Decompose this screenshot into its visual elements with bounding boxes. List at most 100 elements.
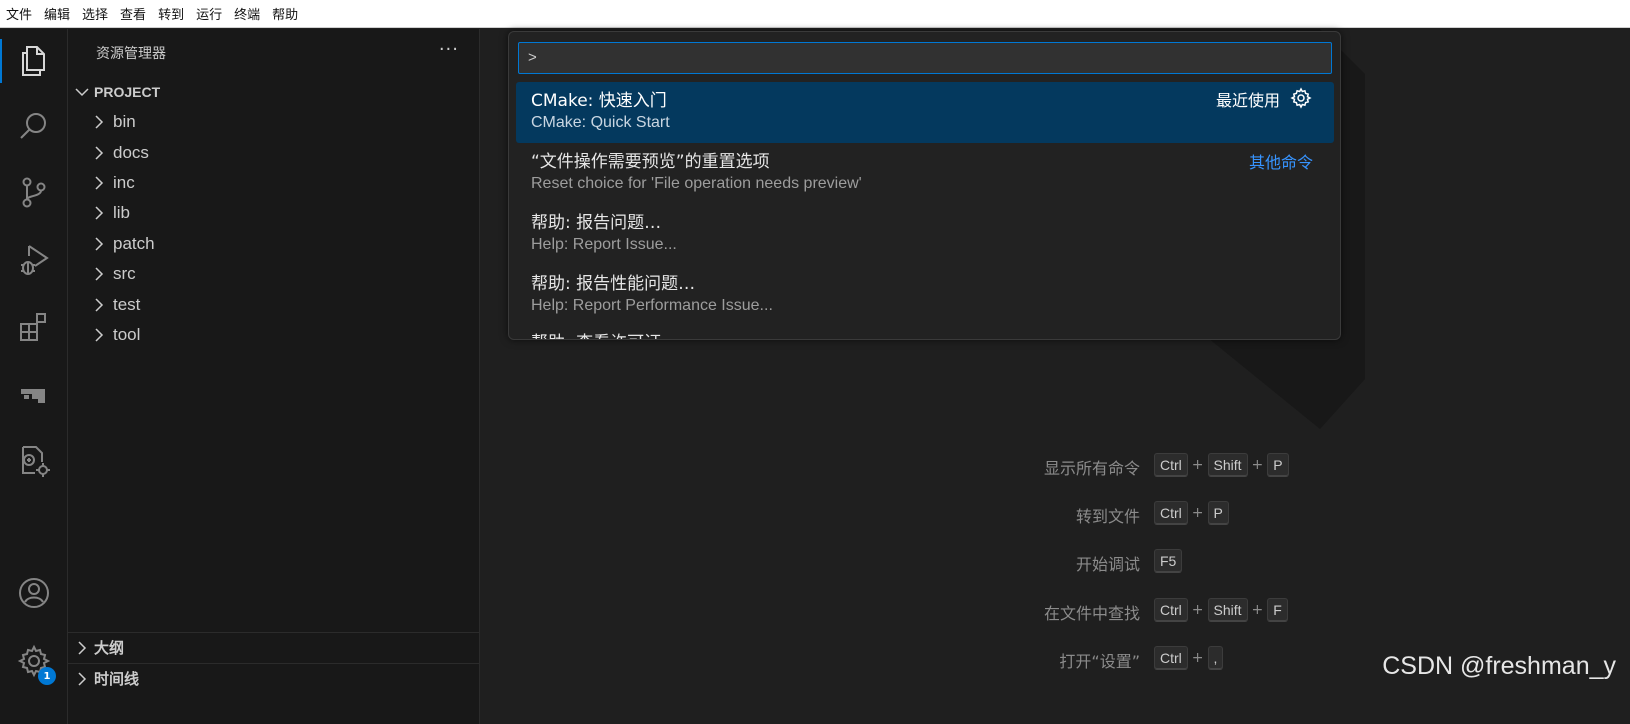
menu-selection[interactable]: 选择 xyxy=(82,4,108,23)
shortcut-go-to-file: 转到文件 Ctrl + P xyxy=(480,499,1630,527)
command-input[interactable]: > xyxy=(518,42,1332,74)
chevron-right-icon xyxy=(95,298,104,312)
shortcut-label: 转到文件 xyxy=(1075,507,1140,526)
folder-label: bin xyxy=(113,112,136,131)
folder-src[interactable]: src xyxy=(68,259,479,289)
shortcut-keys: Ctrl + P xyxy=(1154,499,1229,527)
key: Ctrl xyxy=(1154,453,1188,477)
chevron-right-icon xyxy=(95,267,104,281)
other-commands-link[interactable]: 其他命令 xyxy=(1249,149,1313,173)
folder-docs[interactable]: docs xyxy=(68,138,479,168)
menu-help[interactable]: 帮助 xyxy=(272,4,298,23)
folder-lib[interactable]: lib xyxy=(68,198,479,228)
command-title: CMake: 快速入门 xyxy=(531,91,667,111)
extensions-icon[interactable] xyxy=(0,299,68,355)
folder-label: tool xyxy=(113,325,141,344)
chevron-right-icon xyxy=(78,671,87,686)
key: P xyxy=(1207,501,1229,525)
shortcut-label: 显示所有命令 xyxy=(1043,459,1140,478)
command-title: “文件操作需要预览”的重置选项 xyxy=(531,152,770,172)
command-item[interactable]: 帮助: 查看许可证 xyxy=(516,324,1334,339)
folder-tool[interactable]: tool xyxy=(68,320,479,350)
chevron-down-icon xyxy=(75,88,89,97)
more-actions-icon[interactable]: ··· xyxy=(439,39,459,60)
key: Shift xyxy=(1207,598,1248,622)
shortcut-keys: Ctrl + Shift + F xyxy=(1154,596,1288,624)
shortcut-keys: Ctrl + Shift + P xyxy=(1154,451,1289,479)
shortcut-show-all-commands: 显示所有命令 Ctrl + Shift + P xyxy=(480,451,1630,479)
folder-label: test xyxy=(113,295,141,314)
remote-explorer-icon[interactable] xyxy=(0,367,68,423)
account-icon[interactable] xyxy=(0,565,68,621)
chevron-right-icon xyxy=(95,115,104,129)
shortcut-keys: Ctrl + , xyxy=(1154,644,1224,672)
files-icon[interactable] xyxy=(0,33,68,89)
shortcut-start-debugging: 开始调试 F5 xyxy=(480,547,1630,575)
section-outline[interactable]: 大纲 xyxy=(68,632,479,662)
folder-label: docs xyxy=(113,143,149,162)
folder-label: lib xyxy=(113,203,131,222)
folder-label: inc xyxy=(113,173,135,192)
command-item[interactable]: CMake: 快速入门 CMake: Quick Start 最近使用 xyxy=(516,82,1334,143)
tree-root-label: PROJECT xyxy=(94,84,161,100)
folder-inc[interactable]: inc xyxy=(68,168,479,198)
shortcut-label: 开始调试 xyxy=(1075,555,1140,574)
command-subtitle: Help: Report Issue... xyxy=(531,236,677,253)
command-item[interactable]: “文件操作需要预览”的重置选项 Reset choice for 'File o… xyxy=(516,143,1334,204)
chevron-right-icon xyxy=(95,176,104,190)
folder-label: src xyxy=(113,264,136,283)
source-control-icon[interactable] xyxy=(0,164,68,220)
command-title: 帮助: 报告问题… xyxy=(531,213,662,233)
sidebar-header: 资源管理器 ··· xyxy=(68,29,479,77)
sidebar-title: 资源管理器 xyxy=(96,46,166,62)
key: Ctrl xyxy=(1154,501,1188,525)
key: Shift xyxy=(1207,453,1248,477)
key: Ctrl xyxy=(1154,598,1188,622)
csdn-watermark: CSDN @freshman_y xyxy=(1382,652,1616,680)
command-palette: > CMake: 快速入门 CMake: Quick Start 最近使用 “文… xyxy=(508,31,1341,340)
folder-label: patch xyxy=(113,234,155,253)
command-item[interactable]: 帮助: 报告问题… Help: Report Issue... xyxy=(516,204,1334,265)
tree-root-project[interactable]: PROJECT xyxy=(68,79,479,105)
chevron-right-icon xyxy=(95,237,104,251)
menu-file[interactable]: 文件 xyxy=(6,4,32,23)
notification-badge: 1 xyxy=(38,667,56,685)
chevron-right-icon xyxy=(95,206,104,220)
section-timeline[interactable]: 时间线 xyxy=(68,663,479,693)
folder-bin[interactable]: bin xyxy=(68,107,479,137)
section-label: 大纲 xyxy=(94,639,125,657)
recently-used-label: 最近使用 xyxy=(1215,91,1280,110)
command-item[interactable]: 帮助: 报告性能问题… Help: Report Performance Iss… xyxy=(516,265,1334,326)
key: P xyxy=(1267,453,1289,477)
section-label: 时间线 xyxy=(94,670,140,688)
menu-run[interactable]: 运行 xyxy=(196,4,222,23)
command-subtitle: Help: Report Performance Issue... xyxy=(531,297,773,314)
activity-bar: 1 xyxy=(0,29,68,724)
key: Ctrl xyxy=(1154,646,1188,670)
command-title: 帮助: 报告性能问题… xyxy=(531,274,696,294)
command-subtitle: CMake: Quick Start xyxy=(531,114,670,131)
run-debug-icon[interactable] xyxy=(0,231,68,287)
menu-view[interactable]: 查看 xyxy=(120,4,146,23)
key: F5 xyxy=(1154,549,1183,573)
chevron-right-icon xyxy=(78,640,87,655)
chevron-right-icon xyxy=(95,146,104,160)
chevron-right-icon xyxy=(95,328,104,342)
cmake-icon[interactable] xyxy=(0,433,68,489)
shortcut-keys: F5 xyxy=(1154,547,1183,575)
command-subtitle: Reset choice for 'File operation needs p… xyxy=(531,175,862,192)
manage-gear-icon[interactable]: 1 xyxy=(0,633,68,689)
menu-go[interactable]: 转到 xyxy=(158,4,184,23)
menu-bar: 文件 编辑 选择 查看 转到 运行 终端 帮助 xyxy=(0,0,1630,28)
folder-test[interactable]: test xyxy=(68,290,479,320)
menu-terminal[interactable]: 终端 xyxy=(234,4,260,23)
menu-edit[interactable]: 编辑 xyxy=(44,4,70,23)
configure-keybinding-gear-icon[interactable] xyxy=(1290,87,1312,109)
command-title: 帮助: 查看许可证 xyxy=(531,328,661,339)
shortcut-label: 在文件中查找 xyxy=(1043,604,1140,623)
search-icon[interactable] xyxy=(0,99,68,155)
key: F xyxy=(1267,598,1288,622)
key: , xyxy=(1207,646,1224,670)
folder-patch[interactable]: patch xyxy=(68,229,479,259)
shortcut-find-in-files: 在文件中查找 Ctrl + Shift + F xyxy=(480,596,1630,624)
